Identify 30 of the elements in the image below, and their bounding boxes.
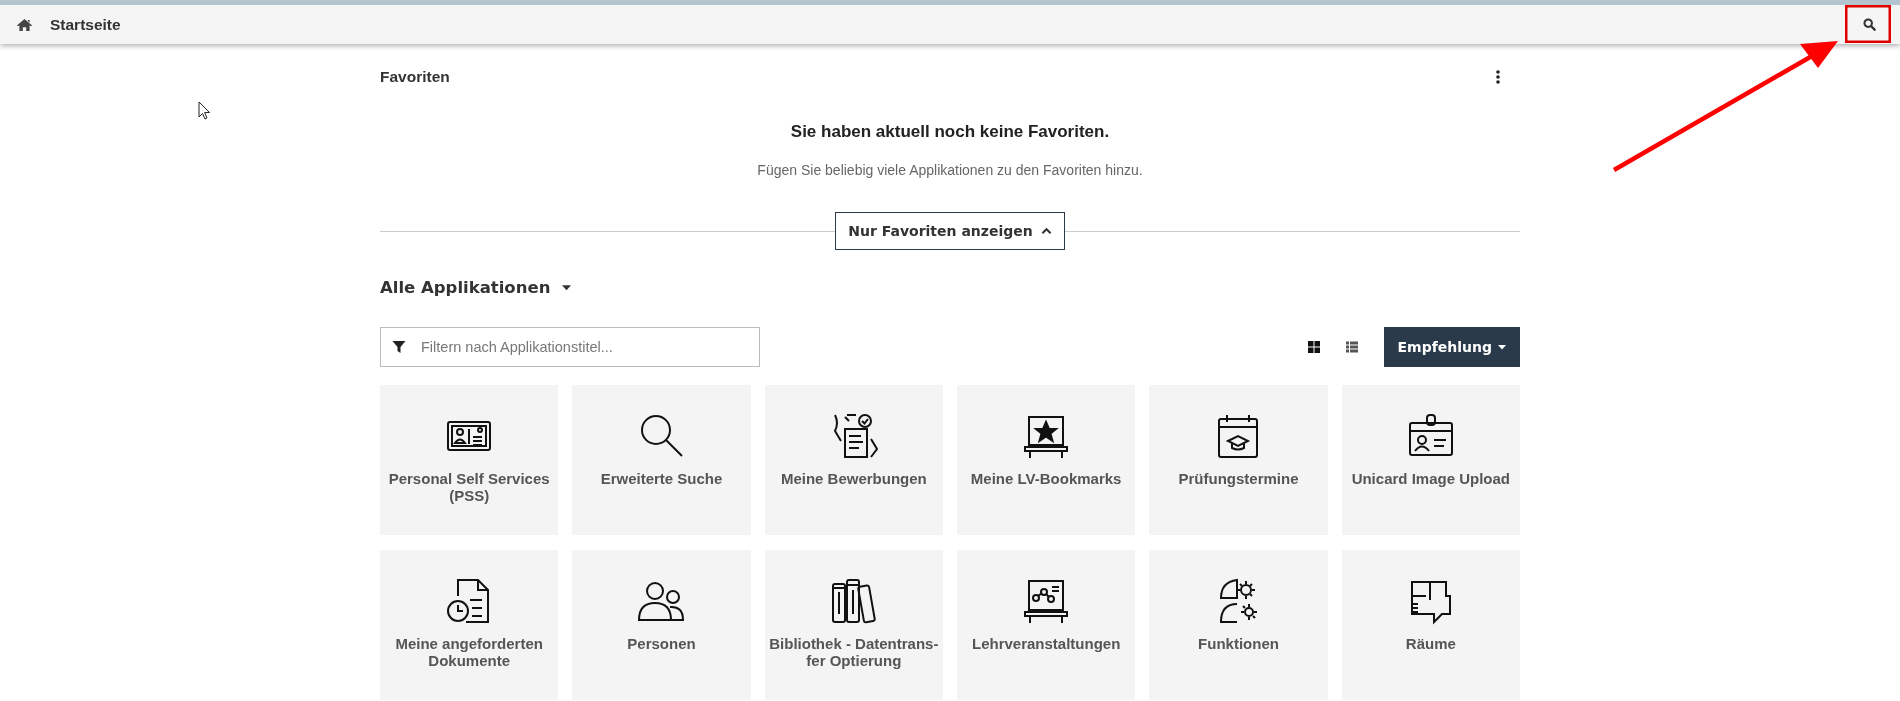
application-tile[interactable]: Erweiterte Suche — [572, 385, 751, 535]
show-favorites-button[interactable]: Nur Favoriten anzeigen — [835, 212, 1065, 250]
section-title: Favoriten — [380, 68, 450, 86]
caret-down-icon — [562, 284, 572, 291]
application-tile[interactable]: Meine LV-Bookmarks — [957, 385, 1136, 535]
filter-icon — [392, 340, 406, 354]
sort-dropdown-button[interactable]: Empfehlung — [1383, 327, 1520, 367]
caret-down-icon — [1498, 344, 1506, 350]
empty-state-title: Sie haben aktuell noch keine Favoriten. — [789, 122, 1111, 142]
list-icon — [1345, 341, 1358, 353]
empty-state-text: Fügen Sie beliebig viele Applikationen zu den Favoriten hinzu. — [756, 162, 1144, 178]
application-tile[interactable]: Personal Self Services (PSS) — [380, 385, 559, 535]
filter-field[interactable]: Filtern nach Applikationstitel... — [380, 327, 760, 367]
page-title: Startseite — [50, 15, 121, 34]
grid-icon — [1307, 341, 1320, 353]
chevron-up-icon — [1040, 227, 1052, 235]
application-tile[interactable]: Personen — [572, 550, 751, 700]
mouse-cursor-icon — [198, 101, 211, 120]
more-options-icon[interactable] — [1496, 70, 1500, 84]
application-tile[interactable]: Bibliothek - Datentrans-fer Optierung — [764, 550, 943, 700]
application-tile[interactable]: Unicard Image Upload — [1341, 385, 1520, 535]
application-tile[interactable]: Meine Bewerbungen — [764, 385, 943, 535]
highlight-box — [1845, 5, 1891, 43]
application-tile[interactable]: Lehrveranstaltungen — [957, 550, 1136, 700]
home-icon[interactable] — [16, 17, 33, 32]
application-tile[interactable]: Räume — [1341, 550, 1520, 700]
applications-dropdown[interactable]: Alle Applikationen — [380, 278, 572, 297]
application-tile[interactable]: Prüfungstermine — [1149, 385, 1328, 535]
application-tile[interactable]: Funktionen — [1149, 550, 1328, 700]
application-tile[interactable]: Meine angeforderten Dokumente — [380, 550, 559, 700]
